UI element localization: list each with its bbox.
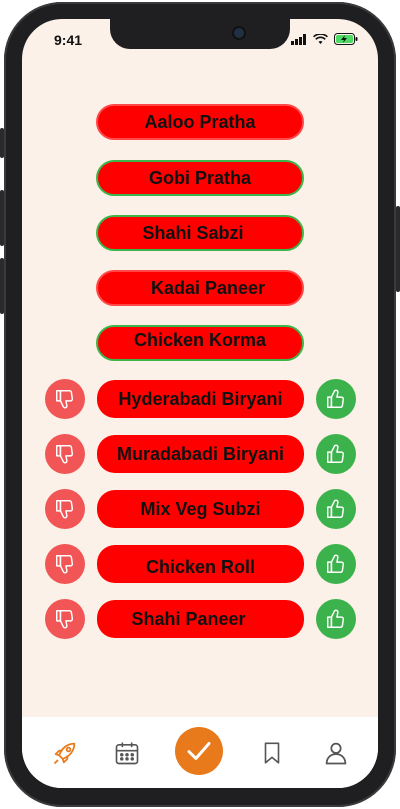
status-time: 9:41 <box>54 32 83 48</box>
signal-icon <box>291 33 306 45</box>
thumbs-up-icon <box>327 554 345 573</box>
thumbs-down-button[interactable] <box>45 434 85 474</box>
thumbs-down-button[interactable] <box>45 379 85 419</box>
notch <box>110 19 290 49</box>
wifi-icon <box>313 33 328 44</box>
vote-item-label: Shahi Paneer <box>131 608 246 629</box>
thumbs-up-icon <box>327 609 345 628</box>
menu-item-label: Kadai Paneer <box>150 277 266 298</box>
status-icons <box>291 33 358 45</box>
phone-device: 9:41 Aaloo Pratha Gobi Pratha Shahi Sabz… <box>0 0 400 809</box>
thumbs-down-icon <box>56 390 74 409</box>
menu-item-kadai-paneer[interactable]: Kadai Paneer <box>96 270 304 306</box>
nav-calendar[interactable] <box>110 736 144 770</box>
menu-item-gobi-pratha[interactable]: Gobi Pratha <box>96 160 304 196</box>
vote-item-muradabadi-biryani[interactable]: Muradabadi Biryani <box>97 435 304 473</box>
volume-up-button <box>0 190 4 246</box>
profile-icon <box>325 742 347 765</box>
nav-rocket[interactable] <box>48 736 82 770</box>
thumbs-up-button[interactable] <box>316 544 356 584</box>
vote-item-shahi-paneer[interactable]: Shahi Paneer <box>97 600 304 638</box>
confirm-button[interactable] <box>175 727 223 775</box>
thumbs-down-icon <box>56 610 74 629</box>
thumbs-down-button[interactable] <box>45 599 85 639</box>
menu-item-label: Aaloo Pratha <box>144 111 256 132</box>
thumbs-up-button[interactable] <box>316 489 356 529</box>
power-button <box>396 206 400 292</box>
menu-item-label: Gobi Pratha <box>148 167 251 188</box>
battery-charging-icon <box>334 33 358 45</box>
vote-item-label: Muradabadi Biryani <box>116 443 285 464</box>
thumbs-down-button[interactable] <box>45 544 85 584</box>
bottom-nav-bar <box>22 717 378 788</box>
thumbs-down-icon <box>56 500 74 519</box>
rocket-icon <box>53 742 76 765</box>
menu-item-label: Shahi Sabzi <box>142 222 244 243</box>
check-icon <box>187 742 211 760</box>
volume-down-button <box>0 258 4 314</box>
menu-item-shahi-sabzi[interactable]: Shahi Sabzi <box>96 215 304 251</box>
thumbs-up-button[interactable] <box>316 379 356 419</box>
app-screen: 9:41 Aaloo Pratha Gobi Pratha Shahi Sabz… <box>22 19 378 788</box>
vote-item-mix-veg-subzi[interactable]: Mix Veg Subzi <box>97 490 304 528</box>
vote-item-label: Hyderabadi Biryani <box>118 388 283 409</box>
menu-item-label: Chicken Korma <box>133 329 267 350</box>
menu-item-chicken-korma[interactable]: Chicken Korma <box>96 325 304 361</box>
calendar-icon <box>115 742 139 765</box>
mute-switch <box>0 128 4 158</box>
nav-profile[interactable] <box>319 736 353 770</box>
thumbs-up-button[interactable] <box>316 434 356 474</box>
thumbs-up-icon <box>327 444 345 463</box>
camera-icon <box>234 28 244 38</box>
nav-bookmark[interactable] <box>255 736 289 770</box>
thumbs-down-button[interactable] <box>45 489 85 529</box>
vote-item-label: Mix Veg Subzi <box>140 498 261 519</box>
thumbs-up-button[interactable] <box>316 599 356 639</box>
thumbs-up-icon <box>327 499 345 518</box>
bookmark-icon <box>264 742 280 764</box>
menu-item-aaloo-pratha[interactable]: Aaloo Pratha <box>96 104 304 140</box>
thumbs-down-icon <box>56 445 74 464</box>
thumbs-up-icon <box>327 389 345 408</box>
vote-item-hyderabadi-biryani[interactable]: Hyderabadi Biryani <box>97 380 304 418</box>
vote-item-label: Chicken Roll <box>145 556 256 577</box>
vote-item-chicken-roll[interactable]: Chicken Roll <box>97 545 304 583</box>
thumbs-down-icon <box>56 555 74 574</box>
